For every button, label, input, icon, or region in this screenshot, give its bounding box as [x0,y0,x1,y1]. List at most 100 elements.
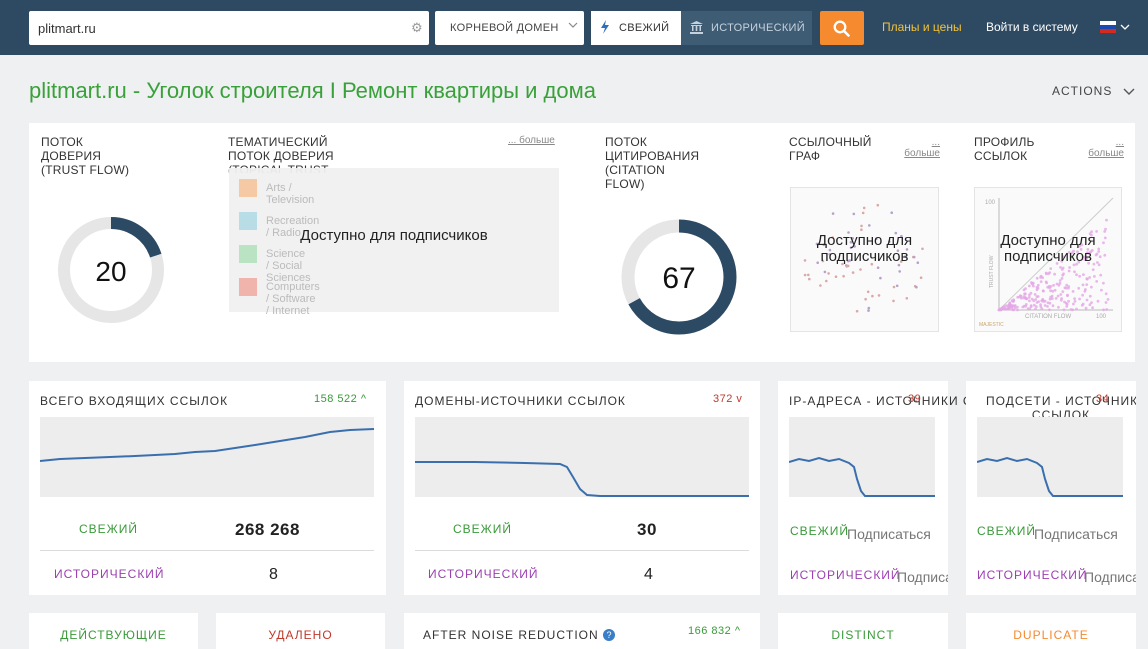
profile-point [1075,273,1078,277]
referring-domains-count[interactable]: 372 v [713,393,742,405]
actions-menu[interactable]: ACTIONS [1052,84,1135,98]
subscribe-link[interactable]: Подписаться [897,569,948,585]
profile-point [1059,293,1063,296]
tab-active[interactable]: ДЕЙСТВУЮЩИЕ [29,613,198,649]
fresh-index-button[interactable]: СВЕЖИЙ [591,11,681,45]
profile-point [1048,308,1051,312]
graph-node [827,272,830,275]
citation-flow-label: ПОТОК ЦИТИРОВАНИЯ (CITATION FLOW) [605,135,699,191]
historic-index-button[interactable]: ИСТОРИЧЕСКИЙ [681,11,812,45]
search-box[interactable]: ⚙ [29,11,429,45]
profile-point [1088,276,1091,279]
profile-point [1104,301,1108,304]
language-chevron-icon[interactable] [1120,22,1130,32]
profile-point [1057,305,1060,309]
card-title-line: ПОДСЕТИ - ИСТОЧНИКИ [986,394,1136,408]
graph-node [898,270,901,273]
flow-metrics-panel: ПОТОК ДОВЕРИЯ (TRUST FLOW) 20 ТЕМАТИЧЕСК… [29,123,1135,362]
profile-point [1032,284,1035,288]
profile-point [1099,273,1103,277]
chevron-down-icon: v [736,393,743,405]
flag-ru-icon[interactable] [1100,21,1116,33]
profile-point [1046,301,1050,305]
backlinks-count[interactable]: 158 522 ^ [314,393,367,405]
profile-point [1068,266,1071,269]
referring-domains-sparkline [415,417,749,497]
trust-flow-label-line: (TRUST FLOW) [41,163,130,177]
fresh-value: 30 [637,520,657,539]
subscriber-only-text: Доступно для подписчиков [791,233,938,265]
link-graph-more-link[interactable]: ... больше [900,137,940,159]
citation-flow-label-line: ЦИТИРОВАНИЯ [605,149,700,163]
graph-node [860,228,863,231]
tab-deleted[interactable]: УДАЛЕНО [216,613,385,649]
category-swatch [239,278,257,296]
noise-count: 166 832 ^ [688,625,741,637]
link-profile-thumbnail: 100 CITATION FLOW 100 TRUST FLOW MAJESTI… [974,187,1122,332]
profile-point [1049,285,1053,288]
graph-node [879,276,882,280]
profile-point [1027,284,1031,288]
citation-flow-value: 67 [662,262,695,295]
profile-point [1035,305,1038,309]
graph-node [861,211,865,215]
profile-point [1077,286,1081,290]
topical-more-link[interactable]: ... больше [508,135,555,146]
profile-point [1049,295,1053,299]
subscribe-link[interactable]: Подписаться [1034,526,1118,542]
profile-point [1043,304,1047,307]
login-link[interactable]: Войти в систему [986,20,1078,34]
tab-duplicate[interactable]: DUPLICATE [966,613,1136,649]
historic-index-label: ИСТОРИЧЕСКИЙ [711,22,805,34]
subscribe-link[interactable]: Подписаться [847,526,931,542]
profile-point [1090,285,1093,289]
domain-mode-select[interactable]: КОРНЕВОЙ ДОМЕН [435,11,584,45]
tab-distinct[interactable]: DISTINCT [778,613,948,649]
referring-ips-count[interactable]: 39 [908,393,921,405]
profile-point [1093,275,1096,278]
profile-point [1084,288,1087,291]
link-profile-more-link[interactable]: ... больше [1084,137,1124,159]
subscribe-link[interactable]: Подписаться [1084,569,1136,585]
profile-point [1059,298,1063,302]
topical-label-line: ТЕМАТИЧЕСКИЙ [228,135,328,149]
profile-point [1105,308,1109,311]
trust-flow-donut: 20 [58,217,164,323]
profile-point [1044,271,1048,275]
profile-point [1032,299,1036,303]
profile-point [1071,308,1074,312]
card-divider [415,550,749,551]
graph-node [866,290,870,294]
fresh-label: СВЕЖИЙ [790,524,850,538]
count-value: 166 832 [688,625,732,637]
help-icon[interactable]: ? [603,629,616,641]
graph-node [855,309,859,313]
graph-node [868,224,871,227]
profile-point [1067,269,1071,273]
profile-point [1102,308,1105,312]
profile-point [1065,305,1069,308]
tab-after-noise-reduction[interactable]: AFTER NOISE REDUCTION ? 166 832 ^ [404,613,760,649]
profile-point [1039,303,1042,307]
search-input[interactable] [29,11,399,45]
profile-point [1049,267,1053,270]
profile-point [1054,297,1058,300]
graph-node [876,203,880,207]
profile-point [1091,268,1095,271]
trust-flow-value: 20 [95,256,126,287]
gear-icon[interactable]: ⚙ [411,21,425,35]
historic-value: 4 [644,566,653,583]
referring-subnets-count[interactable]: 34 [1096,393,1109,405]
more-text: больше [904,148,940,159]
profile-point [1024,292,1027,296]
profile-point [1053,272,1056,276]
graph-node [852,212,856,216]
chevron-up-icon: ^ [734,625,741,637]
search-button[interactable] [820,11,864,45]
profile-point [1042,289,1045,293]
profile-point [1078,274,1081,278]
profile-point [1056,294,1060,298]
plans-pricing-link[interactable]: Планы и цены [882,20,962,34]
trust-flow-label-line: ДОВЕРИЯ [41,149,102,163]
sparkline-path [40,428,374,462]
